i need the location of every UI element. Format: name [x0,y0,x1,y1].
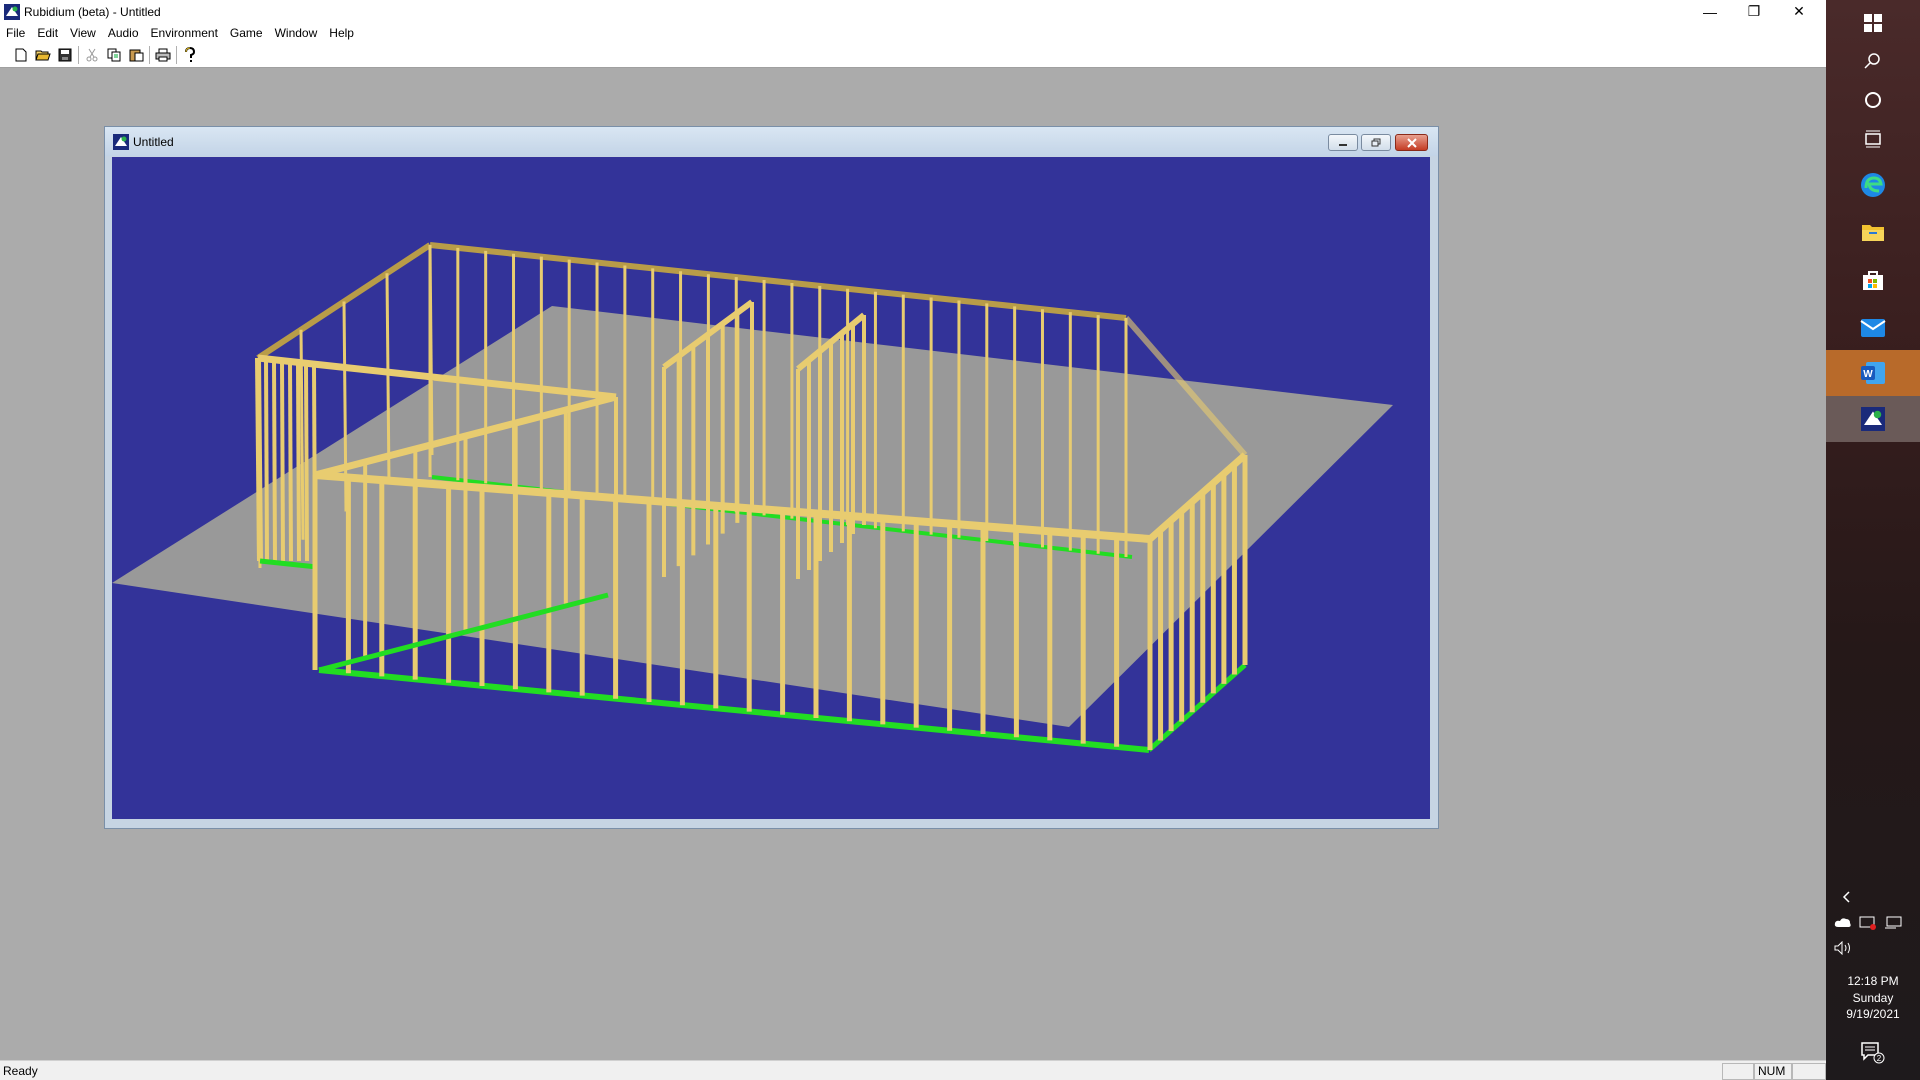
child-restore-button[interactable] [1361,134,1391,151]
svg-text:W: W [1863,369,1873,380]
toolbar-separator [78,46,79,64]
stud [280,361,285,562]
copy-button[interactable] [103,45,125,65]
stud [428,244,434,456]
network-alert-icon [1859,916,1876,930]
restore-icon: ❐ [1747,3,1761,19]
windows-taskbar: W 12:18 PM Sunday 9/19/2021 2 [1826,0,1920,1080]
edge-icon [1861,173,1885,197]
child-window-title: Untitled [133,134,174,149]
volume-tray[interactable] [1834,940,1854,958]
status-pane-caps [1722,1063,1754,1080]
child-title-bar[interactable]: Untitled [105,127,1438,156]
child-close-button[interactable] [1395,134,1428,151]
close-icon: ✕ [1793,3,1805,19]
title-bar: Rubidium (beta) - Untitled — ❐ ✕ [0,0,1826,23]
scissors-icon [86,48,98,62]
save-icon [58,48,72,62]
task-view-button[interactable] [1826,116,1920,162]
stud [288,362,293,562]
toolbar [0,43,1826,68]
search-icon [1864,53,1880,69]
cut-button[interactable] [81,45,103,65]
rubidium-doc-icon [113,133,129,150]
child-minimize-button[interactable] [1328,134,1358,151]
copy-icon [107,48,120,62]
paste-button[interactable] [125,45,147,65]
save-button[interactable] [54,45,76,65]
paste-icon [129,49,143,62]
close-icon [1406,137,1417,148]
toolbar-separator [176,46,177,64]
windows-logo-icon [1864,14,1882,32]
minimize-button[interactable]: — [1688,0,1732,23]
menu-edit[interactable]: Edit [31,23,64,43]
clock-time[interactable]: 12:18 PM [1826,973,1920,989]
new-file-button[interactable] [10,45,32,65]
toolbar-separator [149,46,150,64]
menu-game[interactable]: Game [224,23,269,43]
speaker-icon [1834,940,1850,956]
word-button[interactable]: W [1826,350,1920,396]
network-monitor-icon [1885,916,1902,929]
edge-browser-button[interactable] [1826,162,1920,208]
file-explorer-button[interactable] [1826,209,1920,255]
menu-environment[interactable]: Environment [145,23,224,43]
printer-icon [155,48,171,62]
store-bag-icon [1863,271,1883,290]
status-text: Ready [3,1064,38,1078]
task-view-icon [1865,130,1881,148]
house-frame-scene [112,242,1393,753]
status-bar: Ready NUM [0,1060,1826,1080]
open-button[interactable] [32,45,54,65]
menu-audio[interactable]: Audio [102,23,145,43]
notification-count: 2 [1877,1054,1882,1063]
notification-icon: 2 [1861,1042,1885,1064]
cortana-circle-icon [1865,92,1881,108]
action-center-button[interactable]: 2 [1826,1030,1920,1076]
menu-help[interactable]: Help [323,23,360,43]
clock-date[interactable]: 9/19/2021 [1826,1006,1920,1022]
status-pane-num: NUM [1754,1063,1792,1080]
chevron-left-icon [1842,891,1850,903]
print-button[interactable] [152,45,174,65]
child-window-untitled: Untitled [104,126,1439,829]
minimize-icon: — [1703,3,1717,20]
security-tray[interactable] [1859,916,1877,933]
word-icon: W [1861,362,1885,384]
restore-button[interactable]: ❐ [1732,0,1776,23]
open-folder-icon [35,50,51,61]
rubidium-app-icon [1861,407,1885,431]
help-question-icon [185,47,196,62]
stud [304,364,309,562]
clock-day[interactable]: Sunday [1826,990,1920,1006]
3d-viewport[interactable] [112,157,1430,819]
network-tray[interactable] [1884,916,1902,933]
close-button[interactable]: ✕ [1777,0,1821,23]
store-button[interactable] [1826,257,1920,303]
menu-view[interactable]: View [64,23,102,43]
stud [385,273,391,484]
folder-icon [1862,225,1884,241]
stud [264,359,269,562]
onedrive-tray[interactable] [1834,916,1852,931]
minimize-icon [1339,143,1347,146]
rubidium-taskbar-button[interactable] [1826,396,1920,442]
menu-bar: File Edit View Audio Environment Game Wi… [0,23,1826,43]
stud [272,360,277,562]
restore-icon [1371,138,1381,147]
help-button[interactable] [179,45,201,65]
menu-file[interactable]: File [0,23,31,43]
mail-icon [1860,319,1886,337]
status-pane-scrl [1792,1063,1826,1080]
cloud-icon [1834,918,1851,927]
window-title: Rubidium (beta) - Untitled [24,4,161,19]
stud [296,363,301,562]
show-hidden-icons-button[interactable] [1842,891,1852,906]
mail-button[interactable] [1826,305,1920,351]
menu-window[interactable]: Window [269,23,324,43]
new-file-icon [15,48,27,62]
rubidium-app-icon [4,3,20,20]
app-window: Rubidium (beta) - Untitled — ❐ ✕ File Ed… [0,0,1826,1080]
